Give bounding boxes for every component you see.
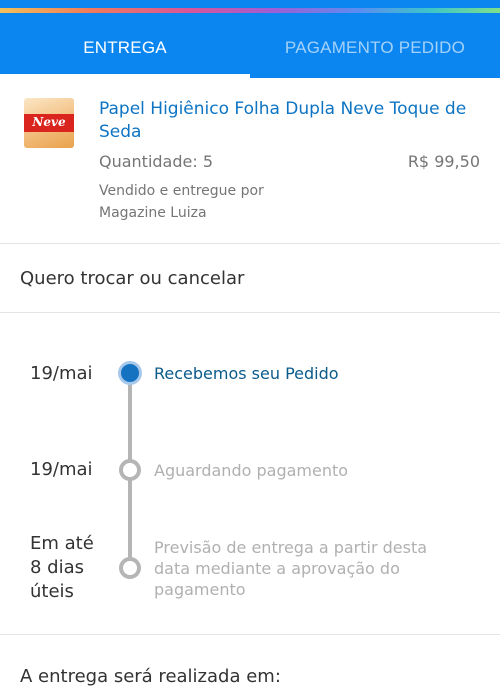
exchange-cancel-row[interactable]: Quero trocar ou cancelar bbox=[0, 245, 500, 313]
product-logo: Neve bbox=[32, 115, 66, 129]
timeline-date: 19/mai bbox=[30, 459, 93, 480]
order-item[interactable]: Neve Papel Higiênico Folha Dupla Neve To… bbox=[0, 78, 500, 244]
tab-bar: ENTREGA PAGAMENTO PEDIDO bbox=[0, 17, 500, 78]
timeline-dot-pending bbox=[119, 557, 141, 579]
top-accent-bar bbox=[0, 0, 500, 17]
product-image[interactable]: Neve bbox=[24, 98, 74, 148]
product-price: R$ 99,50 bbox=[407, 152, 480, 171]
tab-entrega[interactable]: ENTREGA bbox=[0, 17, 250, 78]
rainbow-stripe bbox=[0, 8, 500, 13]
timeline-date: Em até 8 dias úteis bbox=[30, 533, 94, 602]
timeline-dot-done bbox=[118, 361, 142, 385]
order-timeline: 19/mai Recebemos seu Pedido 19/mai Aguar… bbox=[0, 314, 500, 635]
product-seller: Vendido e entregue por Magazine Luiza bbox=[99, 183, 264, 221]
product-quantity: Quantidade: 5 bbox=[99, 152, 214, 171]
timeline-label: Aguardando pagamento bbox=[154, 461, 349, 480]
tab-pagamento-pedido[interactable]: PAGAMENTO PEDIDO bbox=[250, 17, 500, 78]
delivery-heading: A entrega será realizada em: bbox=[20, 666, 281, 687]
timeline-date: 19/mai bbox=[30, 363, 93, 384]
timeline-label: Previsão de entrega a partir desta data … bbox=[154, 538, 428, 599]
product-title[interactable]: Papel Higiênico Folha Dupla Neve Toque d… bbox=[99, 98, 479, 144]
timeline-dot-pending bbox=[119, 459, 141, 481]
timeline-label: Recebemos seu Pedido bbox=[154, 364, 339, 383]
exchange-cancel-link[interactable]: Quero trocar ou cancelar bbox=[20, 268, 244, 289]
